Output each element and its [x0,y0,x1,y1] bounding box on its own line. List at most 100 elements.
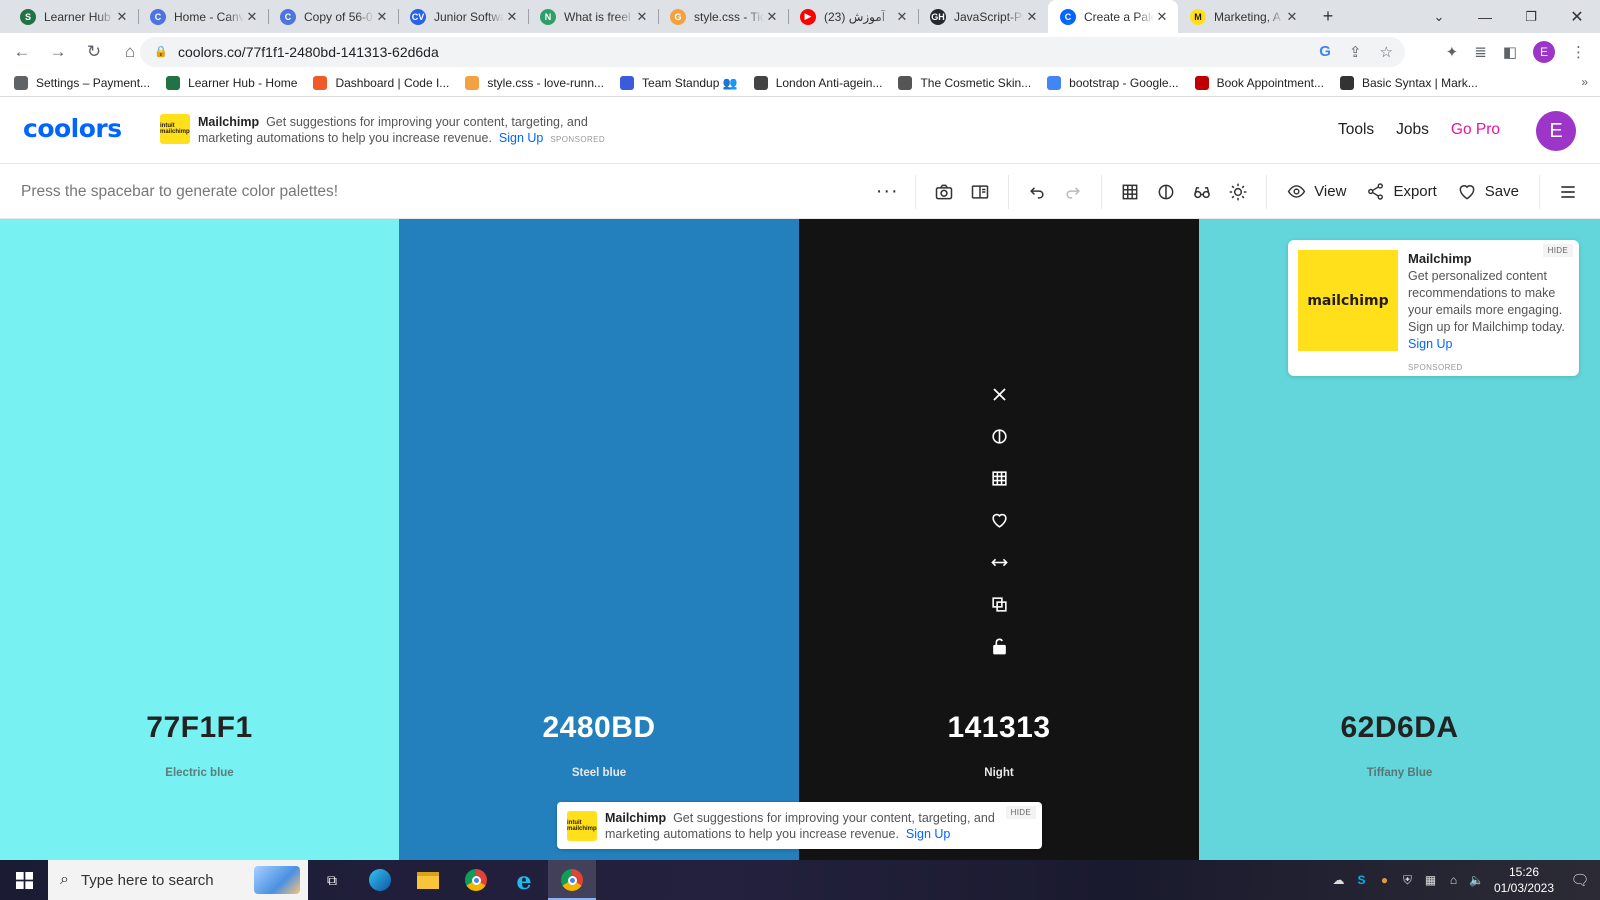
bottom-ad-hide-button[interactable]: HIDE [1005,806,1036,819]
bookmark-item[interactable]: Learner Hub - Home [166,76,297,90]
bookmarks-overflow-icon[interactable]: » [1581,75,1588,89]
tab-close-icon[interactable]: ✕ [114,9,130,25]
swatch-color-name[interactable]: Night [799,767,1199,779]
camera-icon[interactable] [926,174,962,210]
bookmark-star-icon[interactable]: ☆ [1380,43,1393,61]
internet-explorer-icon[interactable]: e [500,860,548,900]
undo-icon[interactable] [1019,174,1055,210]
share-icon[interactable]: ⇪ [1349,43,1362,61]
tab-close-icon[interactable]: ✕ [634,9,650,25]
browser-tab[interactable]: M Marketing, A ✕ [1178,0,1308,33]
bookmark-item[interactable]: Basic Syntax | Mark... [1339,76,1478,90]
more-options-icon[interactable]: ··· [869,174,905,210]
side-view-icon[interactable] [962,174,998,210]
swatch-color-name[interactable]: Tiffany Blue [1199,767,1600,779]
header-ad[interactable]: intuit mailchimp Mailchimp Get suggestio… [160,114,620,148]
skype-icon[interactable]: S [1350,873,1373,887]
bookmark-item[interactable]: Book Appointment... [1194,76,1324,90]
taskbar-search-input[interactable]: ⌕ Type here to search [48,860,308,900]
bookmark-item[interactable]: bootstrap - Google... [1047,76,1179,90]
minimize-button[interactable]: — [1462,0,1508,33]
tab-close-icon[interactable]: ✕ [764,9,780,25]
tab-close-icon[interactable]: ✕ [374,9,390,25]
notifications-icon[interactable]: 🗨 [1560,871,1600,889]
drag-arrows-icon[interactable] [983,547,1015,578]
nav-jobs[interactable]: Jobs [1396,121,1429,139]
edge-browser-icon[interactable] [356,860,404,900]
browser-tab[interactable]: GH JavaScript-Pr ✕ [918,0,1048,33]
bottom-ad-signup-link[interactable]: Sign Up [906,827,950,841]
color-swatch[interactable]: 77F1F1 Electric blue [0,219,399,860]
tab-close-icon[interactable]: ✕ [244,9,260,25]
bookmark-item[interactable]: style.css - love-runn... [465,76,604,90]
browser-tab[interactable]: C Home - Canva ✕ [138,0,268,33]
bottom-ad-card[interactable]: intuit mailchimp Mailchimp Get suggestio… [557,802,1042,849]
bookmark-item[interactable]: Team Standup 👥 [620,76,738,90]
side-panel-icon[interactable]: ◧ [1503,43,1517,61]
extensions-puzzle-icon[interactable]: ✦ [1446,43,1459,61]
reload-button[interactable]: ↻ [78,36,110,68]
bookmark-item[interactable]: The Cosmetic Skin... [898,76,1031,90]
weather-icon[interactable]: ● [1373,873,1396,887]
color-swatch[interactable]: 2480BD Steel blue [399,219,799,860]
windows-start-button[interactable] [0,860,48,900]
tab-close-icon[interactable]: ✕ [894,9,910,25]
browser-tab[interactable]: N What is freel ✕ [528,0,658,33]
favorite-heart-icon[interactable] [983,505,1015,536]
grid-icon[interactable] [1112,174,1148,210]
bookmark-item[interactable]: Dashboard | Code I... [313,76,449,90]
close-window-button[interactable]: ✕ [1554,0,1600,33]
chrome-profile-icon[interactable] [548,860,596,900]
reading-list-icon[interactable]: ≣ [1474,43,1487,61]
copy-icon[interactable] [983,589,1015,620]
side-ad-card[interactable]: mailchimp Mailchimp Get personalized con… [1288,240,1579,376]
shades-contrast-icon[interactable] [983,421,1015,452]
export-button[interactable]: Export [1366,182,1437,201]
swatch-hex[interactable]: 141313 [799,711,1199,745]
view-button[interactable]: View [1287,182,1346,201]
wifi-icon[interactable]: ⌂ [1442,873,1465,887]
browser-tab[interactable]: Gstyle.css - Tic ✕ [658,0,788,33]
browser-tab[interactable]: C Copy of 56-0 ✕ [268,0,398,33]
side-ad-hide-button[interactable]: HIDE [1542,244,1573,257]
browser-tab[interactable]: CV Junior Software✕ [398,0,528,33]
glasses-icon[interactable] [1184,174,1220,210]
user-avatar[interactable]: E [1536,111,1576,151]
browser-menu-icon[interactable]: ⋮ [1571,43,1586,61]
swatch-hex[interactable]: 77F1F1 [0,711,399,745]
url-input[interactable]: 🔒 coolors.co/77f1f1-2480bd-141313-62d6da… [140,36,1405,67]
tab-search-chevron-icon[interactable]: ⌄ [1416,0,1462,33]
color-swatch[interactable]: 141313 Night [799,219,1199,860]
forward-button[interactable]: → [42,36,74,68]
chrome-icon[interactable] [452,860,500,900]
swatch-hex[interactable]: 2480BD [399,711,799,745]
bookmark-item[interactable]: Settings – Payment... [14,76,150,90]
tab-close-icon[interactable]: ✕ [1024,9,1040,25]
unlock-icon[interactable] [983,631,1015,662]
side-ad-signup-link[interactable]: Sign Up [1408,337,1452,351]
nav-go-pro[interactable]: Go Pro [1451,121,1500,139]
swatch-hex[interactable]: 62D6DA [1199,711,1600,745]
swatch-color-name[interactable]: Steel blue [399,767,799,779]
restore-button[interactable]: ❐ [1508,0,1554,33]
browser-tab[interactable]: S Learner Hub ✕ [8,0,138,33]
browser-tab[interactable]: ▶ (23) آموزش ✕ [788,0,918,33]
redo-icon[interactable] [1055,174,1091,210]
tab-close-icon[interactable]: ✕ [1154,9,1170,25]
task-view-icon[interactable]: ⧉ [308,860,356,900]
swatch-color-name[interactable]: Electric blue [0,767,399,779]
file-explorer-icon[interactable] [404,860,452,900]
nav-tools[interactable]: Tools [1338,121,1374,139]
new-tab-button[interactable]: + [1310,0,1346,33]
header-ad-signup-link[interactable]: Sign Up [499,131,543,145]
volume-icon[interactable]: 🔈 [1465,873,1488,887]
coolors-logo[interactable]: coolors [23,114,122,143]
hamburger-menu-icon[interactable] [1550,174,1586,210]
contrast-icon[interactable] [1148,174,1184,210]
tab-close-icon[interactable]: ✕ [504,9,520,25]
remove-color-icon[interactable] [983,379,1015,410]
bookmark-item[interactable]: London Anti-agein... [753,76,882,90]
profile-avatar[interactable]: E [1533,40,1555,63]
shades-grid-icon[interactable] [983,463,1015,494]
save-button[interactable]: Save [1457,182,1519,202]
